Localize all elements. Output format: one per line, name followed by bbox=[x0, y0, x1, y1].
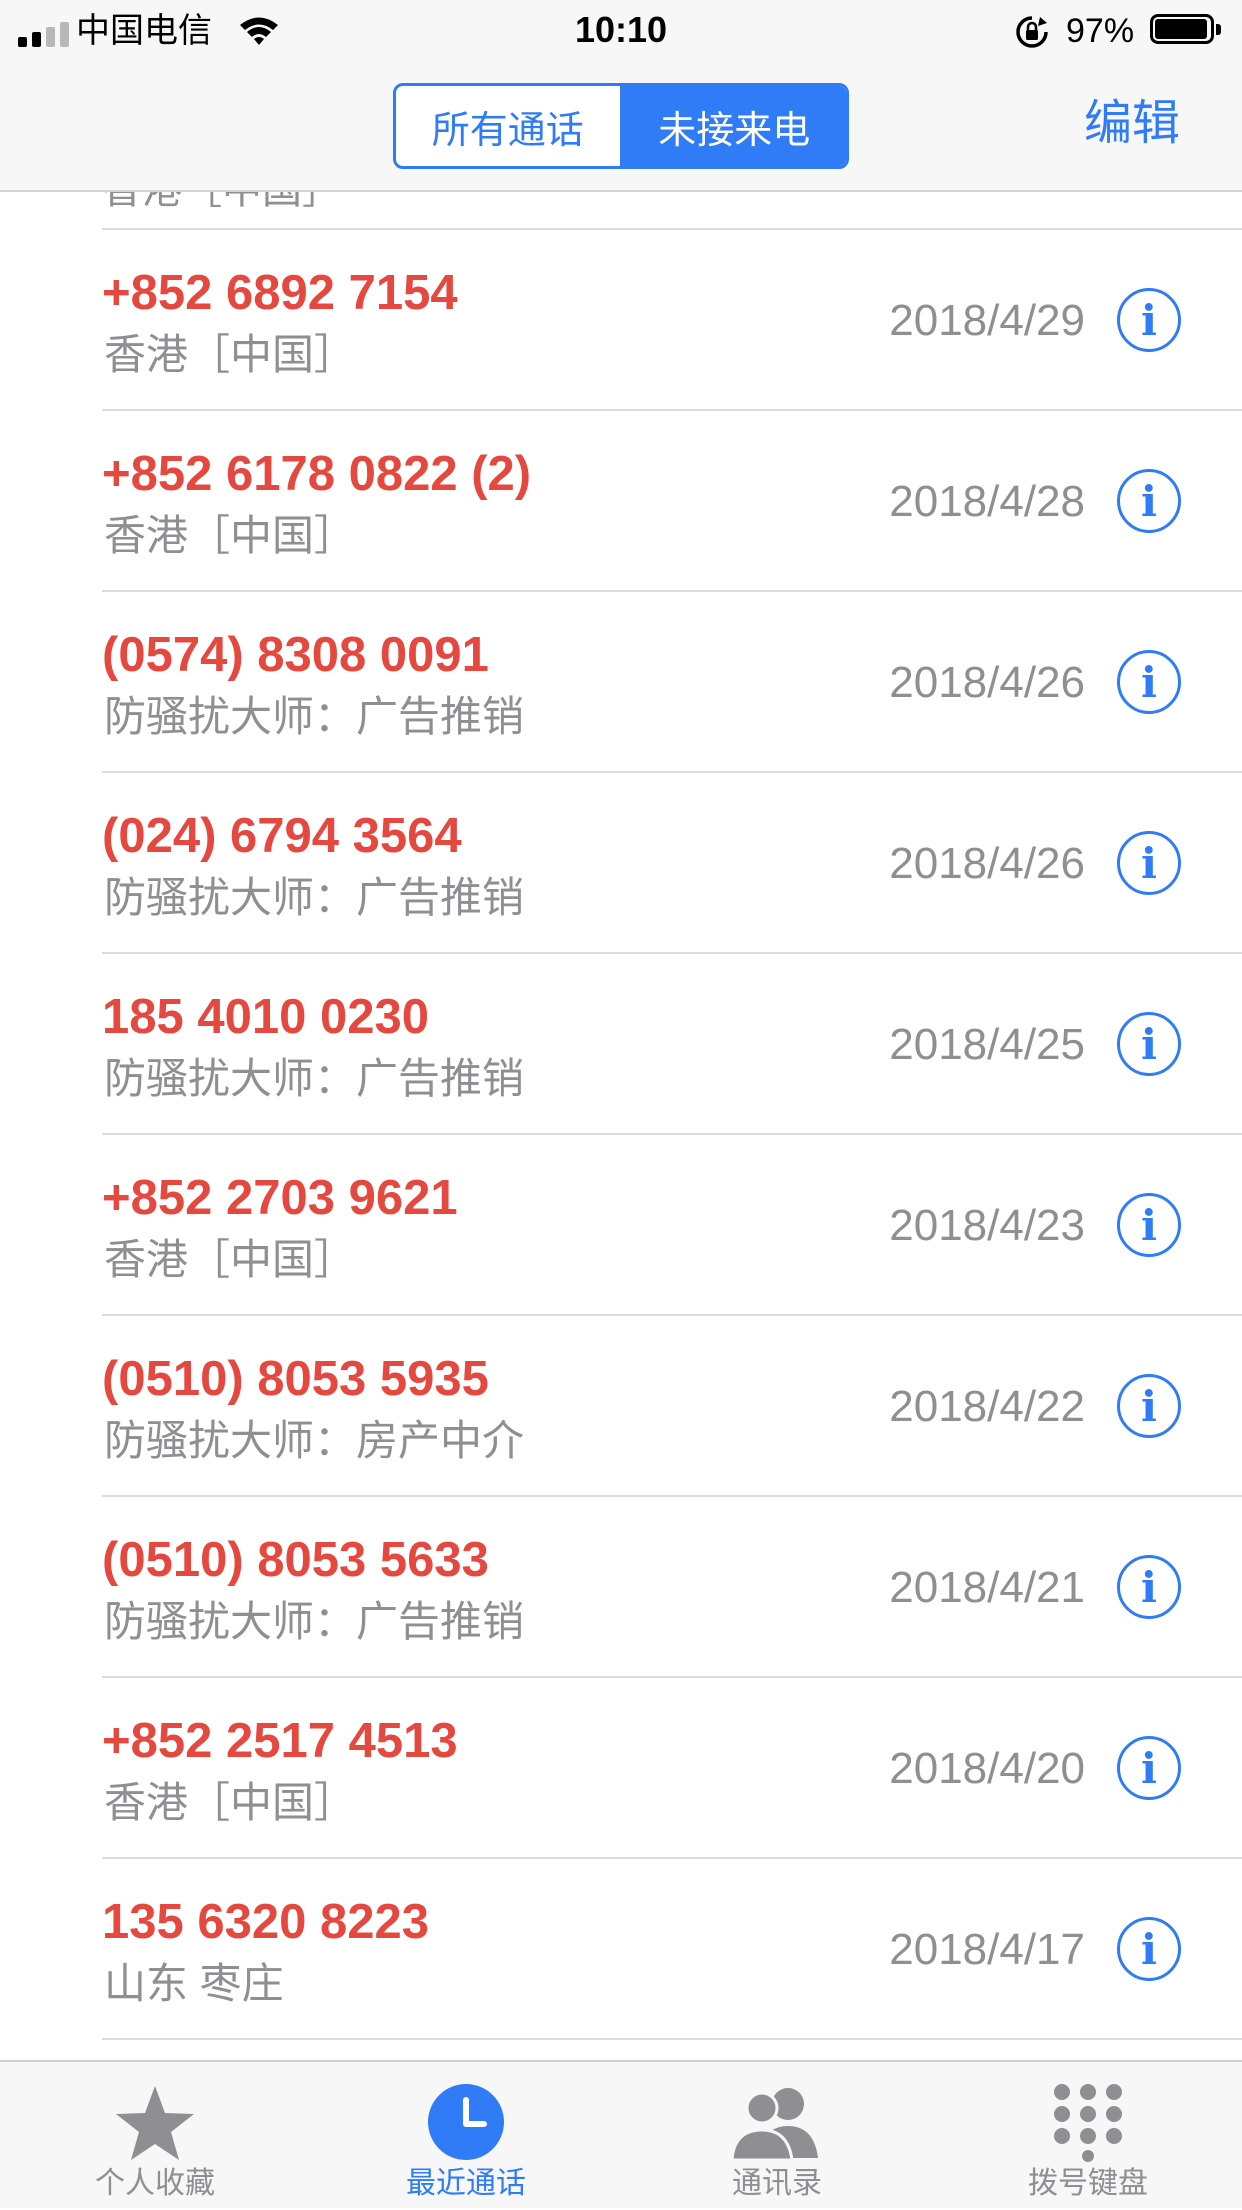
tab-label: 个人收藏 bbox=[95, 2167, 215, 2200]
call-subtitle: 香港［中国］ bbox=[102, 192, 342, 214]
row-separator bbox=[102, 2038, 1242, 2040]
call-row[interactable]: 135 6320 8223 山东 枣庄 2018/4/17 i bbox=[0, 1859, 1242, 2040]
tab-label: 通讯录 bbox=[732, 2167, 822, 2200]
call-number: (0574) 8308 0091 bbox=[102, 628, 489, 682]
call-date: 2018/4/22 bbox=[889, 1382, 1085, 1431]
battery-percent: 97% bbox=[1066, 12, 1135, 50]
call-subtitle: 香港［中国］ bbox=[104, 1236, 357, 1283]
call-row[interactable]: +852 6892 7154 香港［中国］ 2018/4/29 i bbox=[0, 230, 1242, 411]
call-number: 185 4010 0230 bbox=[102, 990, 429, 1044]
call-number: +852 2703 9621 bbox=[102, 1171, 458, 1225]
info-button[interactable]: i bbox=[1117, 831, 1181, 895]
call-subtitle: 防骚扰大师：广告推销 bbox=[104, 1598, 525, 1645]
call-filter-segmented-control: 所有通话 未接来电 bbox=[393, 83, 849, 169]
tab-keypad[interactable]: 拨号键盘 bbox=[933, 2062, 1242, 2210]
contacts-icon bbox=[730, 2088, 818, 2162]
call-number: (024) 6794 3564 bbox=[102, 809, 462, 863]
call-row[interactable]: (024) 6794 3564 防骚扰大师：广告推销 2018/4/26 i bbox=[0, 773, 1242, 954]
call-subtitle: 防骚扰大师：广告推销 bbox=[104, 1055, 525, 1102]
call-date: 2018/4/26 bbox=[889, 658, 1085, 707]
segment-missed-calls[interactable]: 未接来电 bbox=[622, 86, 846, 166]
call-date: 2018/4/21 bbox=[889, 1563, 1085, 1612]
call-date: 2018/4/28 bbox=[889, 477, 1085, 526]
call-subtitle: 香港［中国］ bbox=[104, 1779, 357, 1826]
tab-label: 拨号键盘 bbox=[1028, 2167, 1148, 2200]
call-row[interactable]: +852 2703 9621 香港［中国］ 2018/4/23 i bbox=[0, 1135, 1242, 1316]
call-subtitle: 香港［中国］ bbox=[104, 331, 357, 378]
call-row[interactable]: +852 6178 0822 (2) 香港［中国］ 2018/4/28 i bbox=[0, 411, 1242, 592]
recents-list[interactable]: 香港［中国］ +852 6892 7154 香港［中国］ 2018/4/29 i… bbox=[0, 192, 1242, 2060]
tab-recents[interactable]: 最近通话 bbox=[311, 2062, 621, 2210]
call-date: 2018/4/23 bbox=[889, 1201, 1085, 1250]
call-number: (0510) 8053 5935 bbox=[102, 1352, 489, 1406]
keypad-icon bbox=[1054, 2084, 1122, 2162]
call-date: 2018/4/17 bbox=[889, 1925, 1085, 1974]
battery-icon bbox=[1150, 14, 1222, 46]
clock-time: 10:10 bbox=[574, 9, 668, 50]
call-subtitle: 山东 枣庄 bbox=[104, 1960, 284, 2007]
clock-icon bbox=[428, 2084, 504, 2160]
call-date: 2018/4/20 bbox=[889, 1744, 1085, 1793]
tab-contacts[interactable]: 通讯录 bbox=[622, 2062, 932, 2210]
call-number: 135 6320 8223 bbox=[102, 1895, 429, 1949]
call-row[interactable]: (0510) 8053 5935 防骚扰大师：房产中介 2018/4/22 i bbox=[0, 1316, 1242, 1497]
info-button[interactable]: i bbox=[1117, 1736, 1181, 1800]
info-button[interactable]: i bbox=[1117, 1374, 1181, 1438]
call-number: +852 6178 0822 (2) bbox=[102, 447, 532, 501]
info-button[interactable]: i bbox=[1117, 1555, 1181, 1619]
call-date: 2018/4/26 bbox=[889, 839, 1085, 888]
call-subtitle: 防骚扰大师：广告推销 bbox=[104, 693, 525, 740]
list-item[interactable]: 香港［中国］ bbox=[0, 192, 1242, 230]
info-button[interactable]: i bbox=[1117, 1917, 1181, 1981]
tab-favorites[interactable]: 个人收藏 bbox=[0, 2062, 310, 2210]
tab-bar: 个人收藏 最近通话 通讯录 拨号键盘 bbox=[0, 2060, 1242, 2208]
navigation-bar: 所有通话 未接来电 编辑 bbox=[0, 62, 1242, 192]
call-row[interactable]: (0510) 8053 5633 防骚扰大师：广告推销 2018/4/21 i bbox=[0, 1497, 1242, 1678]
call-date: 2018/4/25 bbox=[889, 1020, 1085, 1069]
call-subtitle: 香港［中国］ bbox=[104, 512, 357, 559]
star-icon bbox=[116, 2086, 194, 2160]
tab-label: 最近通话 bbox=[406, 2167, 526, 2200]
rotation-lock-icon bbox=[1016, 16, 1048, 48]
call-number: (0510) 8053 5633 bbox=[102, 1533, 489, 1587]
call-number: +852 2517 4513 bbox=[102, 1714, 458, 1768]
edit-button[interactable]: 编辑 bbox=[1084, 94, 1180, 154]
info-button[interactable]: i bbox=[1117, 650, 1181, 714]
call-row[interactable]: +852 2517 4513 香港［中国］ 2018/4/20 i bbox=[0, 1678, 1242, 1859]
call-subtitle: 防骚扰大师：广告推销 bbox=[104, 874, 525, 921]
status-bar: 中国电信 10:10 97% bbox=[0, 0, 1242, 62]
segment-all-calls[interactable]: 所有通话 bbox=[396, 86, 623, 166]
info-button[interactable]: i bbox=[1117, 469, 1181, 533]
call-subtitle: 防骚扰大师：房产中介 bbox=[104, 1417, 525, 1464]
call-row[interactable]: 185 4010 0230 防骚扰大师：广告推销 2018/4/25 i bbox=[0, 954, 1242, 1135]
info-button[interactable]: i bbox=[1117, 288, 1181, 352]
call-row[interactable]: (0574) 8308 0091 防骚扰大师：广告推销 2018/4/26 i bbox=[0, 592, 1242, 773]
info-button[interactable]: i bbox=[1117, 1193, 1181, 1257]
call-date: 2018/4/29 bbox=[889, 296, 1085, 345]
info-button[interactable]: i bbox=[1117, 1012, 1181, 1076]
call-number: +852 6892 7154 bbox=[102, 266, 458, 320]
